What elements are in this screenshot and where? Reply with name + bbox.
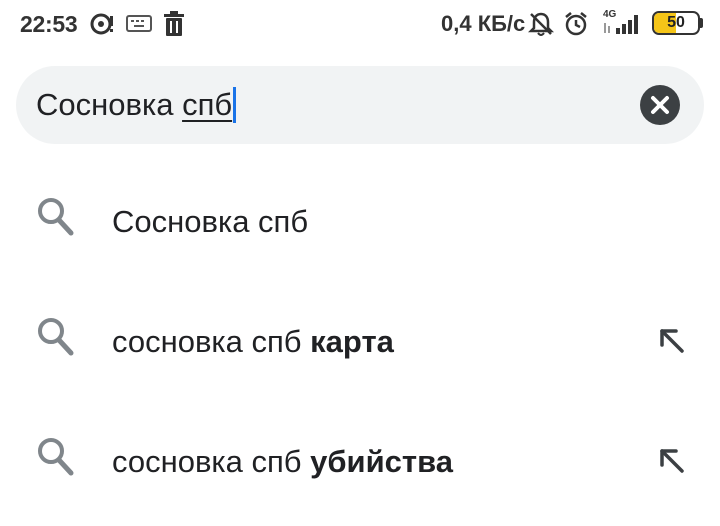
status-time: 22:53 xyxy=(20,11,78,37)
suggestion-text: сосновка спб карта xyxy=(112,324,394,360)
suggestion-completion: убийства xyxy=(310,444,453,479)
sync-icon xyxy=(90,13,113,35)
suggestion-completion: карта xyxy=(310,324,394,359)
suggestion-text: сосновка спб убийства xyxy=(112,444,453,480)
search-input[interactable]: Сосновка спб xyxy=(36,87,237,123)
search-icon xyxy=(38,318,74,356)
search-icon xyxy=(38,438,74,476)
text-caret xyxy=(233,87,237,123)
suggestion-query: сосновка спб xyxy=(112,444,311,479)
search-icon xyxy=(38,198,74,236)
clear-icon xyxy=(651,96,669,114)
status-bar: 22:53 0,4 КБ/с 4G 50 xyxy=(0,0,720,50)
search-query-prefix: Сосновка xyxy=(36,87,183,122)
suggestion-query: сосновка спб xyxy=(112,324,311,359)
arrow-up-left-icon[interactable] xyxy=(656,445,688,477)
battery-level: 50 xyxy=(667,14,685,31)
battery-icon: 50 xyxy=(652,11,700,35)
clear-button[interactable] xyxy=(640,85,680,125)
suggestion-item[interactable]: Сосновка спб xyxy=(0,171,720,271)
alarm-icon xyxy=(565,12,587,36)
trash-icon xyxy=(164,11,184,36)
suggestion-item[interactable]: сосновка спб карта xyxy=(0,291,720,391)
signal-icon xyxy=(604,15,638,34)
network-speed: 0,4 КБ/с xyxy=(441,11,526,36)
arrow-up-left-icon[interactable] xyxy=(656,325,688,357)
notifications-muted-icon xyxy=(528,12,554,36)
suggestion-item[interactable]: сосновка спб убийства xyxy=(0,411,720,511)
suggestion-query: Сосновка спб xyxy=(112,204,309,239)
battery-cap xyxy=(700,18,703,28)
keyboard-icon xyxy=(126,15,152,32)
suggestion-text: Сосновка спб xyxy=(112,204,308,240)
search-query-composing: спб xyxy=(182,87,233,122)
search-box[interactable]: Сосновка спб xyxy=(16,66,704,144)
